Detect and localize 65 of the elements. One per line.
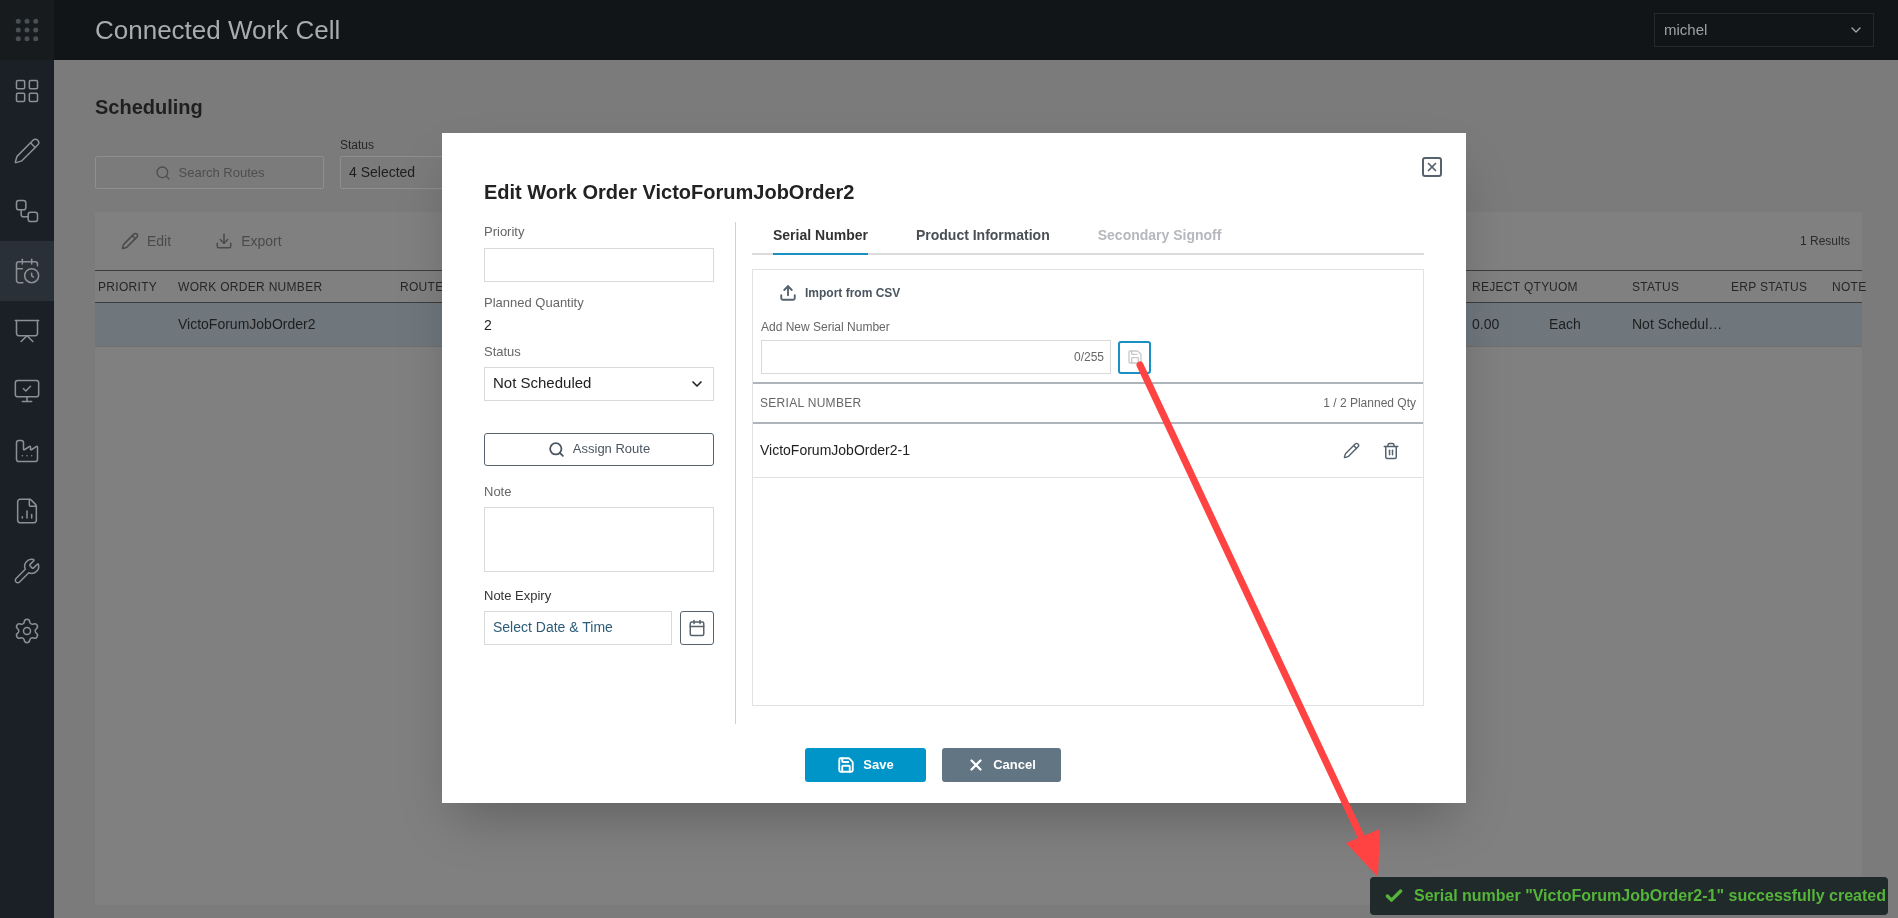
calendar-clock-icon (13, 257, 41, 285)
toast-message: Serial number "VictoForumJobOrder2-1" successfully created (1414, 886, 1886, 906)
trash-icon (1382, 441, 1400, 460)
save-serial-button[interactable] (1118, 340, 1151, 374)
table-cell: Each (1549, 316, 1581, 332)
factory-icon (13, 437, 41, 465)
edit-button[interactable] (1343, 442, 1360, 459)
settings-icon (13, 617, 41, 645)
status-label: Status (340, 137, 376, 154)
tab[interactable]: Serial Number (773, 225, 868, 255)
note-field[interactable] (484, 507, 714, 572)
flow-icon (13, 197, 41, 225)
cancel-button[interactable]: Cancel (942, 748, 1061, 782)
tab[interactable]: Product Information (915, 225, 1050, 255)
floppy-icon (1126, 349, 1143, 365)
upload-icon (779, 284, 797, 302)
column-header: ROUTE (400, 278, 445, 296)
field-label: Priority (484, 223, 526, 241)
wrench-icon (13, 557, 41, 585)
assign-route-button[interactable]: Assign Route (484, 432, 714, 466)
date-time-field[interactable]: Select Date & Time (484, 610, 672, 645)
page-title: Scheduling (95, 95, 204, 120)
column-header: WORK ORDER NUMBER (178, 278, 324, 296)
search-icon (547, 440, 565, 458)
pencil-icon (1343, 442, 1360, 459)
planned-qty: 1 / 2 Planned Qty (1323, 395, 1416, 412)
column-header: REJECT QTY (1472, 278, 1549, 296)
user-select[interactable]: michel (1654, 13, 1874, 47)
presentation-icon (13, 317, 41, 345)
download-icon (215, 232, 234, 250)
save-button[interactable]: Save (805, 748, 926, 782)
close-button[interactable] (1422, 157, 1442, 177)
grid-icon (13, 77, 41, 105)
serial-number-field[interactable]: 0/255 (761, 340, 1111, 374)
column-header: NOTE (1832, 278, 1868, 296)
field-label: Planned Quantity (484, 293, 585, 312)
pencil-icon (121, 232, 139, 250)
field-label: Add New Serial Number (761, 319, 891, 336)
column-header: SERIAL NUMBER (760, 395, 862, 412)
calendar-icon (688, 618, 706, 637)
column-header: UOM (1549, 278, 1579, 296)
column-header: PRIORITY (98, 278, 159, 296)
close-icon (1425, 160, 1439, 174)
search-icon (154, 164, 171, 181)
field-label: Note Expiry (484, 587, 553, 605)
column-header: STATUS (1632, 278, 1681, 296)
serial-number: VictoForumJobOrder2-1 (760, 441, 910, 460)
results-count: 1 Results (1799, 233, 1850, 250)
app-title: Connected Work Cell (95, 13, 341, 47)
import-csv-button[interactable]: Import from CSV (779, 284, 901, 302)
status-select[interactable]: Not Scheduled (484, 366, 714, 401)
table-cell: 0.00 (1472, 316, 1500, 332)
field-label: Status (484, 343, 522, 361)
floppy-icon (837, 756, 856, 774)
sidebar-item[interactable] (0, 241, 54, 301)
pencil-icon (13, 137, 41, 165)
table-cell: VictoForumJobOrder2 (178, 316, 316, 332)
calendar-button[interactable] (680, 610, 714, 645)
monitor-check-icon (13, 377, 41, 405)
priority-field[interactable] (484, 247, 714, 282)
column-header: ERP STATUS (1731, 278, 1809, 296)
table-cell: Not Schedul… (1632, 316, 1723, 332)
delete-button[interactable] (1382, 441, 1400, 460)
planned-quantity: 2 (484, 316, 493, 335)
field-label: Note (484, 482, 513, 501)
